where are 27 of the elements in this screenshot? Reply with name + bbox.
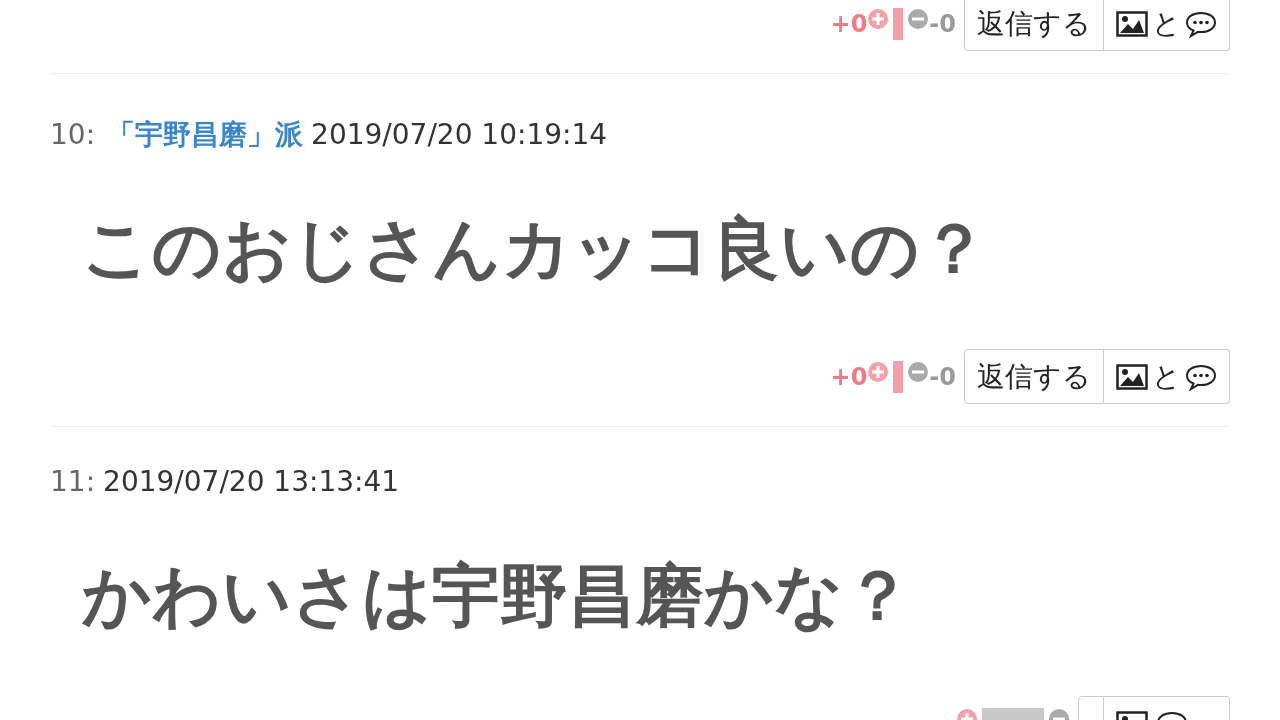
- speech-bubble-icon: [1185, 9, 1217, 38]
- minus-count: -0: [929, 8, 956, 40]
- minus-icon[interactable]: [907, 360, 930, 383]
- post-number: 11:: [50, 464, 96, 500]
- plus-icon[interactable]: [867, 7, 890, 30]
- vote-bar: [893, 360, 904, 393]
- plus-count: +0: [830, 361, 868, 393]
- minus-icon[interactable]: [907, 7, 930, 30]
- post-date: 2019/07/20 13:13:41: [103, 464, 400, 500]
- reply-button[interactable]: 返信する: [964, 0, 1104, 51]
- vote-bar: [893, 7, 904, 40]
- poster-name[interactable]: 「宇野昌磨」派: [107, 114, 304, 156]
- reply-button[interactable]: 返信する: [964, 349, 1104, 404]
- image-comment-button[interactable]: と: [1104, 0, 1230, 51]
- post-body: このおじさんカッコ良いの？: [82, 208, 989, 290]
- plus-count: +0: [830, 8, 868, 40]
- button-label: と: [1152, 358, 1181, 395]
- post-date: 2019/07/20 10:19:14: [311, 117, 608, 153]
- speech-bubble-icon: [1185, 362, 1217, 391]
- image-icon: [1116, 10, 1148, 37]
- plus-icon[interactable]: [867, 360, 890, 383]
- button-label: と: [1152, 5, 1181, 42]
- image-icon: [1116, 363, 1148, 390]
- minus-count: -0: [929, 361, 956, 393]
- image-comment-button[interactable]: と: [1104, 349, 1230, 404]
- post-body: かわいさは宇野昌磨かな？: [82, 555, 913, 637]
- post-number: 10:: [50, 117, 96, 153]
